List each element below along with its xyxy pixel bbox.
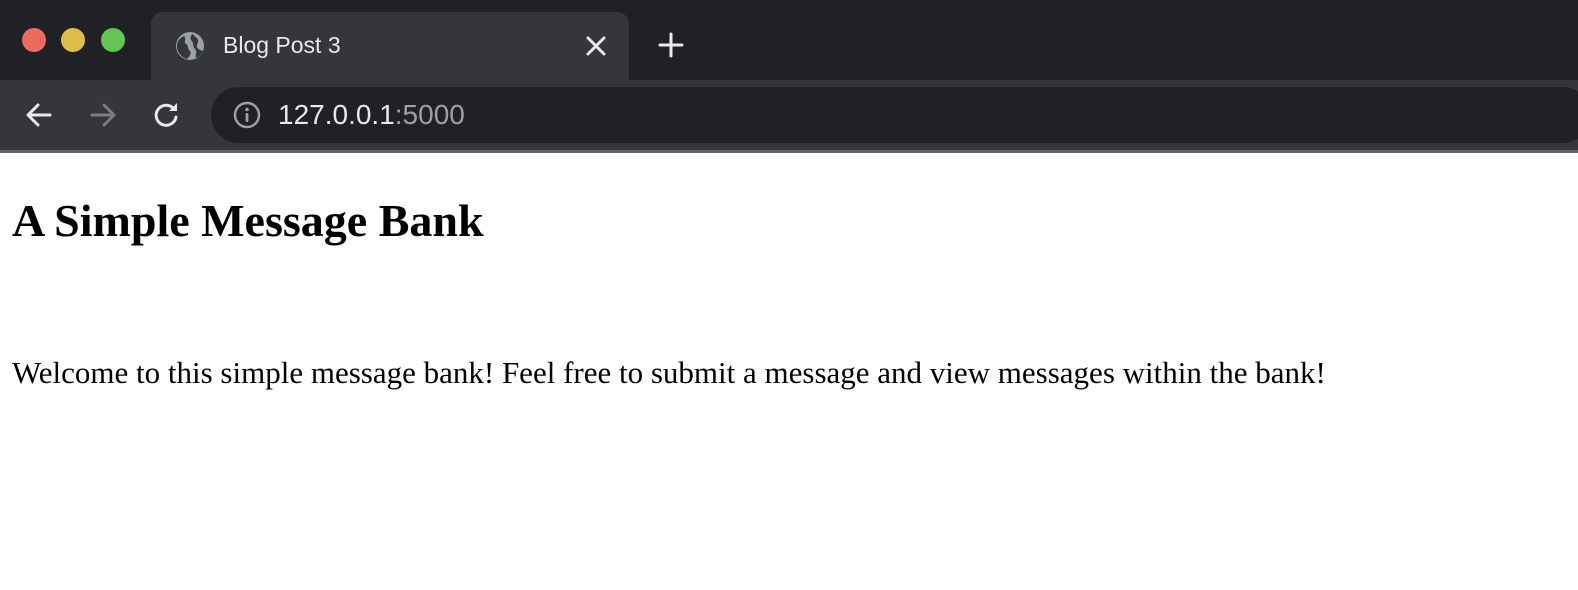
new-tab-button[interactable] bbox=[657, 31, 685, 59]
tab-blog-post[interactable]: Blog Post 3 bbox=[151, 12, 629, 80]
toolbar-divider bbox=[0, 150, 1578, 153]
tab-strip: Blog Post 3 bbox=[0, 0, 1578, 80]
forward-arrow-icon[interactable] bbox=[88, 100, 118, 130]
maximize-window-button[interactable] bbox=[101, 28, 125, 52]
url-host: 127.0.0.1 bbox=[278, 99, 395, 130]
info-icon[interactable] bbox=[233, 101, 261, 129]
globe-icon bbox=[176, 32, 204, 60]
url-port: :5000 bbox=[394, 99, 465, 130]
reload-icon[interactable] bbox=[152, 100, 182, 130]
intro-text: Welcome to this simple message bank! Fee… bbox=[12, 355, 1326, 390]
tab-title: Blog Post 3 bbox=[223, 32, 341, 58]
browser-toolbar: 127.0.0.1:5000 bbox=[0, 80, 1578, 150]
url-text[interactable]: 127.0.0.1:5000 bbox=[278, 99, 465, 131]
close-window-button[interactable] bbox=[22, 28, 46, 52]
address-bar[interactable]: 127.0.0.1:5000 bbox=[211, 87, 1578, 143]
minimize-window-button[interactable] bbox=[61, 28, 85, 52]
page-title: A Simple Message Bank bbox=[12, 195, 484, 246]
back-arrow-icon[interactable] bbox=[24, 100, 54, 130]
close-icon[interactable] bbox=[583, 33, 609, 59]
